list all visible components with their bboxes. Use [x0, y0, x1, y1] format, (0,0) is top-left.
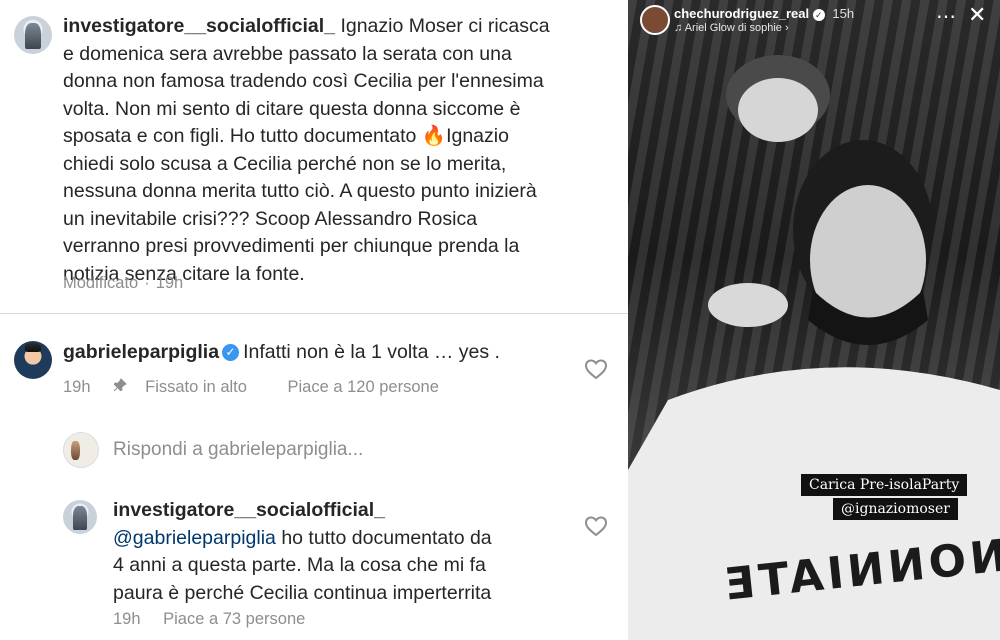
story-music[interactable]: ♫ Ariel Glow di sophie ›	[674, 22, 789, 34]
pinned-text: Fissato in alto	[145, 378, 247, 396]
reply-prompt[interactable]: Rispondi a gabrieleparpiglia...	[113, 439, 363, 461]
mention-link[interactable]: @gabrieleparpiglia	[113, 527, 276, 549]
comments-panel: investigatore__socialofficial_ Ignazio M…	[0, 0, 628, 640]
story-user-line: chechurodriguez_real ✓ 15h	[674, 6, 854, 21]
main-comment-line-5: sposata e con figli. Ho tutto documentat…	[63, 125, 509, 147]
main-comment-line-1-text: Ignazio Moser ci ricasca	[340, 15, 550, 37]
avatar-investigatore-reply[interactable]	[63, 500, 97, 534]
reply-2: investigatore__socialofficial_ @gabriele…	[113, 497, 583, 607]
reply-1-text: Infatti non è la 1 volta … yes .	[243, 341, 500, 363]
close-icon[interactable]: ✕	[968, 2, 986, 28]
reply-1-username[interactable]: gabrieleparpiglia	[63, 341, 219, 363]
heart-icon[interactable]	[584, 515, 608, 537]
story-avatar[interactable]	[640, 5, 670, 35]
pinned-label: Fissato in alto	[113, 378, 265, 396]
edited-label: Modificato	[63, 274, 139, 292]
main-comment-username[interactable]: investigatore__socialofficial_	[63, 15, 335, 37]
reply-1: gabrieleparpiglia ✓ Infatti non è la 1 vol…	[63, 339, 583, 367]
reply-2-line-3: paura è perché Cecilia continua imperter…	[113, 581, 492, 604]
story-verified-icon: ✓	[812, 9, 825, 21]
main-comment-line-9: verranno presi provvedimenti per chiunqu…	[63, 235, 520, 257]
main-comment-line-1: investigatore__socialofficial_ Ignazio M…	[63, 13, 623, 41]
main-comment-time: 19h	[155, 274, 184, 292]
main-comment-line-4: volta. Non mi sento di citare questa don…	[63, 97, 521, 120]
pin-icon	[113, 378, 127, 397]
story-time: 15h	[832, 6, 855, 21]
reply-1-meta: 19h Fissato in alto Piace a 120 persone	[63, 378, 457, 397]
story-header: chechurodriguez_real ✓ 15h ♫ Ariel Glow …	[628, 0, 1000, 40]
reply-2-username[interactable]: investigatore__socialofficial_	[113, 497, 583, 525]
avatar-gabrieleparpiglia[interactable]	[14, 341, 52, 379]
reply-2-line-1-text: ho tutto documentato da	[281, 526, 492, 549]
avatar-investigatore[interactable]	[14, 16, 52, 54]
reply-2-time: 19h	[113, 610, 141, 628]
main-comment-meta: Modificato · 19h	[63, 274, 201, 293]
story-username[interactable]: chechurodriguez_real	[674, 6, 809, 21]
story-sticker-text: Carica Pre-isolaParty	[801, 474, 968, 496]
divider	[0, 313, 628, 314]
more-icon[interactable]: ⋯	[936, 4, 956, 29]
current-user-avatar	[63, 432, 99, 468]
verified-icon: ✓	[222, 344, 240, 361]
reply-1-time: 19h	[63, 378, 91, 396]
reply-2-likes[interactable]: Piace a 73 persone	[163, 610, 305, 628]
story-panel[interactable]: chechurodriguez_real ✓ 15h ♫ Ariel Glow …	[628, 0, 1000, 640]
main-comment-line-6: chiedi solo scusa a Cecilia perché non s…	[63, 152, 507, 175]
main-comment-line-7: nessuna donna merita tutto ciò. A questo…	[63, 180, 537, 202]
main-comment-line-8: un inevitabile crisi??? Scoop Alessandro…	[63, 207, 478, 230]
reply-2-line-2: 4 anni a questa parte. Ma la cosa che mi…	[113, 554, 486, 576]
reply-2-meta: 19h Piace a 73 persone	[113, 610, 323, 629]
main-comment-line-3: donna non famosa tradendo così Cecilia p…	[63, 70, 544, 92]
main-comment-line-2: e domenica sera avrebbe passato la serat…	[63, 42, 512, 65]
heart-icon[interactable]	[584, 358, 608, 380]
meta-separator: ·	[144, 274, 150, 292]
reply-2-line-1: @gabrieleparpiglia ho tutto documentato …	[113, 525, 583, 553]
reply-1-likes[interactable]: Piace a 120 persone	[288, 378, 439, 396]
main-comment: investigatore__socialofficial_ Ignazio M…	[63, 13, 623, 288]
story-mention-sticker[interactable]: @ignaziomoser	[833, 498, 958, 520]
